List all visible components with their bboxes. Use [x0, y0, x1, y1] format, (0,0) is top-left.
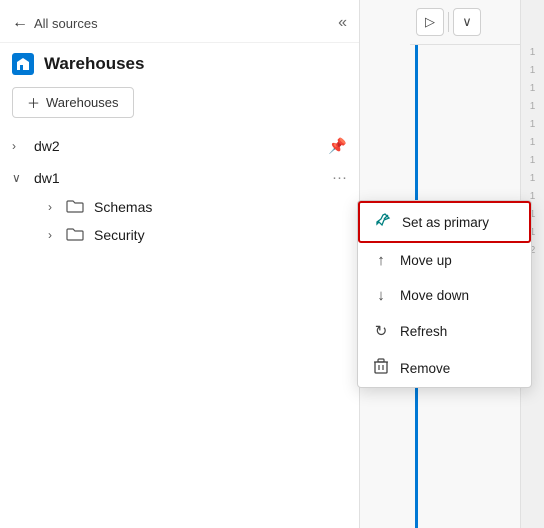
menu-item-refresh[interactable]: ↻ Refresh [358, 313, 531, 349]
pin-icon[interactable]: 📌 [328, 137, 347, 155]
menu-item-remove[interactable]: Remove [358, 349, 531, 387]
line-num-6: 1 [530, 134, 536, 152]
chevron-right-icon: › [12, 139, 30, 153]
security-folder-icon [66, 227, 86, 243]
more-options-icon[interactable]: ··· [332, 169, 347, 186]
set-primary-label: Set as primary [402, 215, 489, 230]
move-down-icon: ↓ [372, 287, 390, 304]
schemas-chevron-icon: › [48, 200, 66, 214]
right-toolbar: ▷ ∨ [410, 0, 520, 45]
line-num-4: 1 [530, 98, 536, 116]
set-primary-highlight: Set as primary [358, 201, 531, 243]
menu-item-move-up[interactable]: ↑ Move up [358, 243, 531, 278]
move-down-label: Move down [400, 288, 469, 303]
dropdown-icon: ∨ [462, 14, 472, 30]
remove-label: Remove [400, 361, 450, 376]
add-button-row: ＋ Warehouses [0, 81, 359, 130]
toolbar-divider [448, 12, 449, 32]
folder-icon [66, 199, 86, 215]
schemas-label: Schemas [94, 199, 152, 215]
left-panel: ← All sources « Warehouses ＋ Warehouses … [0, 0, 360, 528]
tree-item-dw2[interactable]: › dw2 📌 [0, 130, 359, 162]
pin-primary-icon [374, 212, 392, 232]
menu-item-move-down[interactable]: ↓ Move down [358, 278, 531, 313]
nav-title: All sources [34, 16, 98, 31]
line-num-5: 1 [530, 116, 536, 134]
line-num-8: 1 [530, 170, 536, 188]
plus-icon: ＋ [27, 93, 40, 112]
play-button[interactable]: ▷ [416, 8, 444, 36]
menu-item-set-primary[interactable]: Set as primary [360, 203, 529, 241]
line-num-2: 1 [530, 62, 536, 80]
dropdown-button[interactable]: ∨ [453, 8, 481, 36]
context-menu: Set as primary ↑ Move up ↓ Move down ↻ R… [357, 200, 532, 388]
chevron-down-icon: ∨ [12, 171, 30, 185]
line-num-3: 1 [530, 80, 536, 98]
add-warehouse-button[interactable]: ＋ Warehouses [12, 87, 134, 118]
add-button-label: Warehouses [46, 95, 119, 110]
security-chevron-icon: › [48, 228, 66, 242]
move-up-icon: ↑ [372, 252, 390, 269]
dw1-label: dw1 [34, 170, 60, 186]
line-num-1: 1 [530, 44, 536, 62]
play-icon: ▷ [425, 14, 435, 30]
refresh-label: Refresh [400, 324, 447, 339]
trash-icon [372, 358, 390, 378]
collapse-button[interactable]: « [338, 14, 347, 32]
move-up-label: Move up [400, 253, 452, 268]
sub-item-schemas[interactable]: › Schemas [0, 193, 359, 221]
line-num-7: 1 [530, 152, 536, 170]
sub-item-security[interactable]: › Security [0, 221, 359, 249]
top-nav: ← All sources « [0, 0, 359, 43]
dw2-label: dw2 [34, 138, 60, 154]
panel-title: Warehouses [44, 54, 144, 74]
security-label: Security [94, 227, 145, 243]
back-arrow-icon[interactable]: ← [12, 14, 28, 32]
tree-item-dw1[interactable]: ∨ dw1 ··· [0, 162, 359, 193]
warehouse-icon [12, 53, 34, 75]
panel-header: Warehouses [0, 43, 359, 81]
refresh-icon: ↻ [372, 322, 390, 340]
